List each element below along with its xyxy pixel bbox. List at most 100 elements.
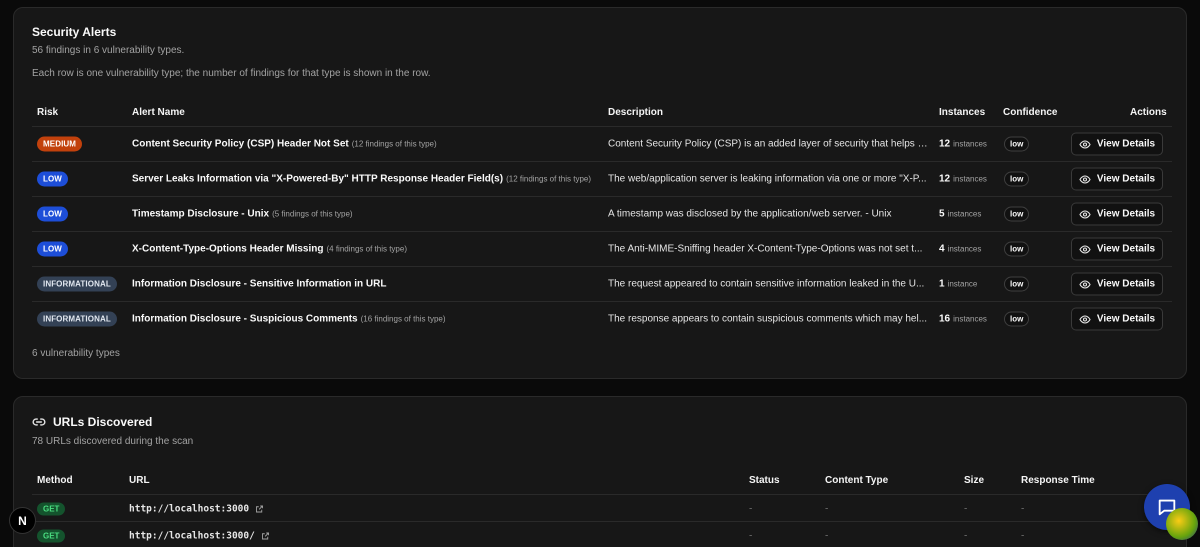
instance-number: 5 (939, 208, 945, 220)
instance-number: 1 (939, 278, 945, 290)
col-status: Status (749, 475, 780, 486)
view-details-label: View Details (1096, 243, 1156, 255)
view-details-label: View Details (1096, 313, 1156, 325)
url-row: GET http://localhost:3000 - - - - (32, 494, 1172, 522)
method-badge: GET (37, 529, 66, 542)
urls-title-wrap: URLs Discovered (32, 415, 152, 429)
link-icon (32, 415, 46, 429)
eye-icon (1079, 173, 1091, 185)
alert-name-text: Server Leaks Information via "X-Powered-… (132, 173, 504, 185)
col-description: Description (608, 107, 664, 118)
alert-description: The request appeared to contain sensitiv… (608, 278, 925, 290)
external-link-icon[interactable] (255, 504, 264, 513)
size-value: - (964, 503, 968, 514)
instance-unit: instances (953, 174, 987, 184)
view-details-button[interactable]: View Details (1071, 272, 1163, 296)
risk-badge: LOW (37, 206, 68, 222)
alerts-footer: 6 vulnerability types (32, 348, 120, 359)
risk-badge: INFORMATIONAL (37, 276, 117, 292)
view-details-button[interactable]: View Details (1071, 132, 1163, 156)
url-text[interactable]: http://localhost:3000/ (129, 530, 255, 541)
instance-count: 4 instances (939, 244, 981, 255)
alert-row: INFORMATIONAL Information Disclosure - Se… (32, 266, 1172, 301)
external-link-icon[interactable] (261, 531, 270, 540)
alert-description: Content Security Policy (CSP) is an adde… (608, 138, 928, 150)
instance-unit: instances (953, 314, 987, 324)
response-time-value: - (1021, 530, 1025, 541)
url-link[interactable]: http://localhost:3000/ (129, 530, 270, 541)
method-badge: GET (37, 502, 66, 515)
instance-count: 12 instances (939, 174, 987, 185)
alert-row: MEDIUM Content Security Policy (CSP) Head… (32, 126, 1172, 161)
alerts-note: Each row is one vulnerability type; the … (32, 68, 431, 79)
view-details-label: View Details (1096, 208, 1156, 220)
response-time-value: - (1021, 503, 1025, 514)
col-alert-name: Alert Name (132, 107, 185, 118)
avatar[interactable] (1166, 508, 1198, 540)
content-type-value: - (825, 503, 829, 514)
instance-count: 16 instances (939, 314, 987, 325)
confidence-badge: low (1004, 241, 1030, 257)
eye-icon (1079, 138, 1091, 150)
col-risk: Risk (37, 107, 59, 118)
col-confidence: Confidence (1003, 107, 1058, 118)
alert-description: A timestamp was disclosed by the applica… (608, 208, 892, 220)
confidence-badge: low (1004, 171, 1030, 187)
view-details-button[interactable]: View Details (1071, 167, 1163, 191)
url-link[interactable]: http://localhost:3000 (129, 503, 264, 514)
alert-name-text: X-Content-Type-Options Header Missing (132, 243, 324, 255)
confidence-badge: low (1004, 276, 1030, 292)
view-details-button[interactable]: View Details (1071, 307, 1163, 331)
confidence-badge: low (1004, 136, 1030, 152)
confidence-badge: low (1004, 206, 1030, 222)
col-actions: Actions (1130, 107, 1167, 118)
confidence-badge: low (1004, 311, 1030, 327)
eye-icon (1079, 278, 1091, 290)
urls-summary: 78 URLs discovered during the scan (32, 436, 194, 447)
url-text[interactable]: http://localhost:3000 (129, 503, 249, 514)
alert-name-text: Information Disclosure - Suspicious Comm… (132, 313, 358, 325)
col-size: Size (964, 475, 985, 486)
view-details-label: View Details (1096, 173, 1156, 185)
view-details-button[interactable]: View Details (1071, 237, 1163, 261)
alert-name-text: Timestamp Disclosure - Unix (132, 208, 270, 220)
urls-title: URLs Discovered (53, 415, 153, 429)
framework-badge[interactable]: N (9, 507, 36, 534)
risk-badge: LOW (37, 241, 68, 257)
alert-name: Content Security Policy (CSP) Header Not… (132, 139, 437, 150)
status-value: - (749, 530, 753, 541)
size-value: - (964, 530, 968, 541)
alert-name: Information Disclosure - Sensitive Infor… (132, 279, 389, 290)
view-details-label: View Details (1096, 138, 1156, 150)
alert-row: LOW Timestamp Disclosure - Unix (5 finding… (32, 196, 1172, 231)
col-method: Method (37, 475, 73, 486)
status-value: - (749, 503, 753, 514)
alert-name-text: Information Disclosure - Sensitive Infor… (132, 278, 387, 290)
instance-unit: instances (947, 209, 982, 219)
alert-name-text: Content Security Policy (CSP) Header Not… (132, 138, 349, 150)
instance-unit: instances (947, 244, 982, 254)
col-url: URL (129, 475, 150, 486)
finding-count: (12 findings of this type) (506, 174, 592, 184)
instance-unit: instances (953, 139, 987, 149)
alert-row: LOW X-Content-Type-Options Header Missing… (32, 231, 1172, 266)
risk-badge: LOW (37, 171, 68, 187)
finding-count: (4 findings of this type) (326, 244, 407, 254)
instance-count: 12 instances (939, 139, 987, 150)
instance-count: 1 instance (939, 279, 977, 290)
urls-discovered-card: URLs Discovered 78 URLs discovered durin… (13, 396, 1187, 547)
alerts-summary: 56 findings in 6 vulnerability types. (32, 45, 185, 56)
finding-count: (16 findings of this type) (360, 314, 446, 324)
view-details-label: View Details (1096, 278, 1156, 290)
content-type-value: - (825, 530, 829, 541)
col-response-time: Response Time (1021, 475, 1095, 486)
instance-number: 12 (939, 173, 951, 185)
alert-name: X-Content-Type-Options Header Missing (4 … (132, 244, 407, 255)
eye-icon (1079, 208, 1091, 220)
instance-unit: instance (947, 279, 978, 289)
instance-number: 16 (939, 313, 951, 325)
col-instances: Instances (939, 107, 986, 118)
view-details-button[interactable]: View Details (1071, 202, 1163, 226)
alert-description: The web/application server is leaking in… (608, 173, 927, 185)
instance-number: 12 (939, 138, 951, 150)
